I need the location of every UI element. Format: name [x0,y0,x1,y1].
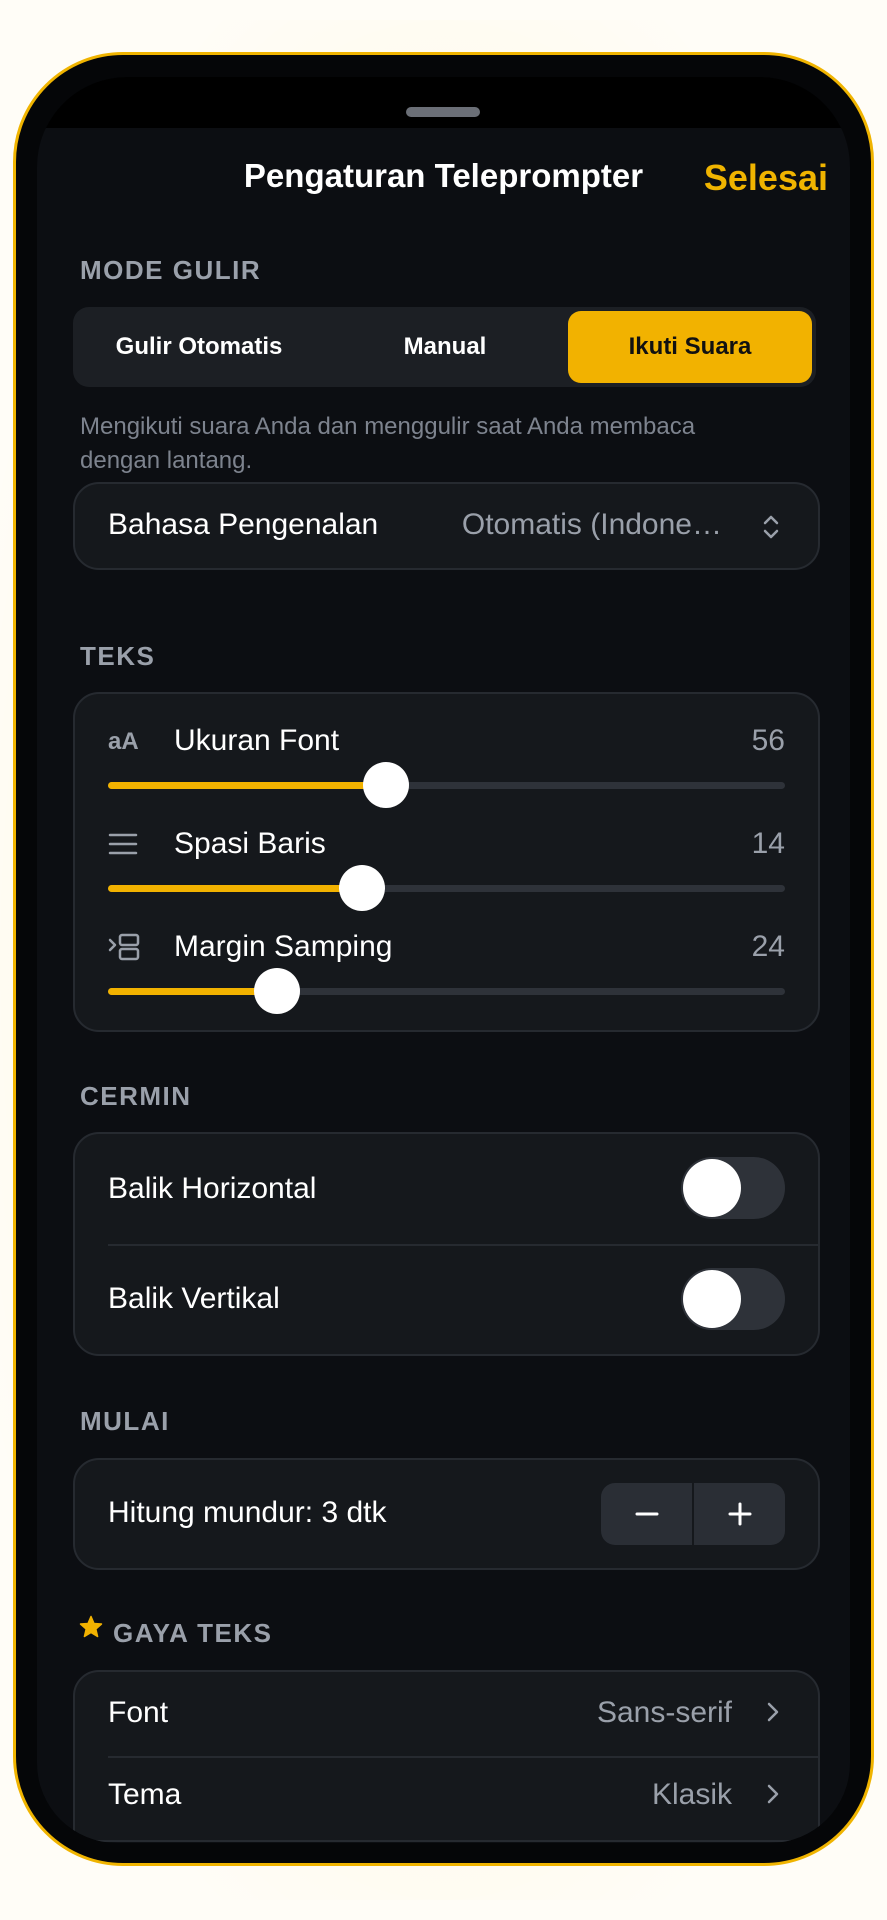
line-spacing-label: Spasi Baris [174,827,326,860]
line-spacing-value: 14 [751,827,785,860]
font-size-value: 56 [751,724,785,757]
font-row-label: Font [108,1696,169,1729]
text-sliders-card: aA Ukuran Font 56 Spasi Baris 14 Margin … [73,692,820,1032]
scroll-mode-segmented-control: Gulir Otomatis Manual Ikuti Suara [73,307,816,387]
flip-vertical-toggle[interactable] [681,1268,785,1330]
font-size-slider-thumb[interactable] [362,762,409,808]
language-select-row[interactable]: Bahasa Pengenalan Otomatis (Indone… [73,482,820,570]
section-label-mirror: CERMIN [80,1081,192,1111]
line-spacing-slider[interactable] [108,865,785,911]
sheet-grabber[interactable] [406,107,480,117]
phone-frame: Pengaturan Teleprompter Selesai MODE GUL… [13,52,874,1866]
section-label-start: MULAI [80,1406,170,1436]
increment-button[interactable] [694,1483,785,1545]
font-size-slider-fill [108,782,386,789]
line-spacing-slider-thumb[interactable] [338,865,385,911]
star-icon [79,1615,103,1644]
plus-icon [728,1502,751,1526]
section-label-text: TEKS [80,641,156,671]
section-label-scroll-mode: MODE GULIR [80,255,262,285]
chevron-right-icon [766,1700,780,1729]
margin-slider-fill [108,988,278,995]
section-label-text-style: GAYA TEKS [113,1618,273,1648]
theme-row-label: Tema [108,1778,182,1811]
margin-label: Margin Samping [174,930,393,963]
countdown-label: Hitung mundur: 3 dtk [108,1496,387,1529]
margin-value: 24 [751,930,785,963]
flip-horizontal-toggle[interactable] [681,1157,785,1219]
font-size-slider[interactable] [108,762,785,808]
margin-slider-thumb[interactable] [254,968,301,1014]
countdown-card: Hitung mundur: 3 dtk [73,1458,820,1570]
scroll-mode-description: Mengikuti suara Anda dan menggulir saat … [80,413,696,474]
settings-sheet: Pengaturan Teleprompter Selesai MODE GUL… [37,77,850,1843]
flip-vertical-label: Balik Vertikal [108,1282,280,1315]
font-row-value: Sans-serif [596,1696,732,1729]
toggle-knob [683,1159,741,1217]
line-spacing-icon [108,832,138,861]
chevron-right-icon [766,1782,780,1811]
font-size-icon: aA [108,728,139,755]
decrement-button[interactable] [601,1483,692,1545]
sheet-top-bar [37,77,850,128]
segment-auto-scroll[interactable]: Gulir Otomatis [77,311,321,383]
theme-row-value: Klasik [651,1778,732,1811]
toggle-knob [683,1270,741,1328]
text-style-card: Font Sans-serif Tema Klasik [73,1670,820,1842]
theme-row[interactable]: Tema Klasik [75,1758,818,1842]
mirror-card: Balik Horizontal Balik Vertikal [73,1132,820,1356]
flip-horizontal-label: Balik Horizontal [108,1172,317,1205]
divider [108,1244,818,1246]
minus-icon [635,1512,658,1516]
done-button[interactable]: Selesai [704,157,828,199]
language-label: Bahasa Pengenalan [108,508,379,541]
segment-follow-voice[interactable]: Ikuti Suara [568,311,812,383]
countdown-stepper [601,1483,785,1545]
segment-manual[interactable]: Manual [323,311,567,383]
font-row[interactable]: Font Sans-serif [75,1672,818,1756]
line-spacing-slider-fill [108,885,362,892]
language-value: Otomatis (Indone… [461,508,722,541]
margin-icon [108,932,140,967]
updown-chevron-icon [762,512,780,547]
font-size-label: Ukuran Font [174,724,340,757]
margin-slider[interactable] [108,968,785,1014]
